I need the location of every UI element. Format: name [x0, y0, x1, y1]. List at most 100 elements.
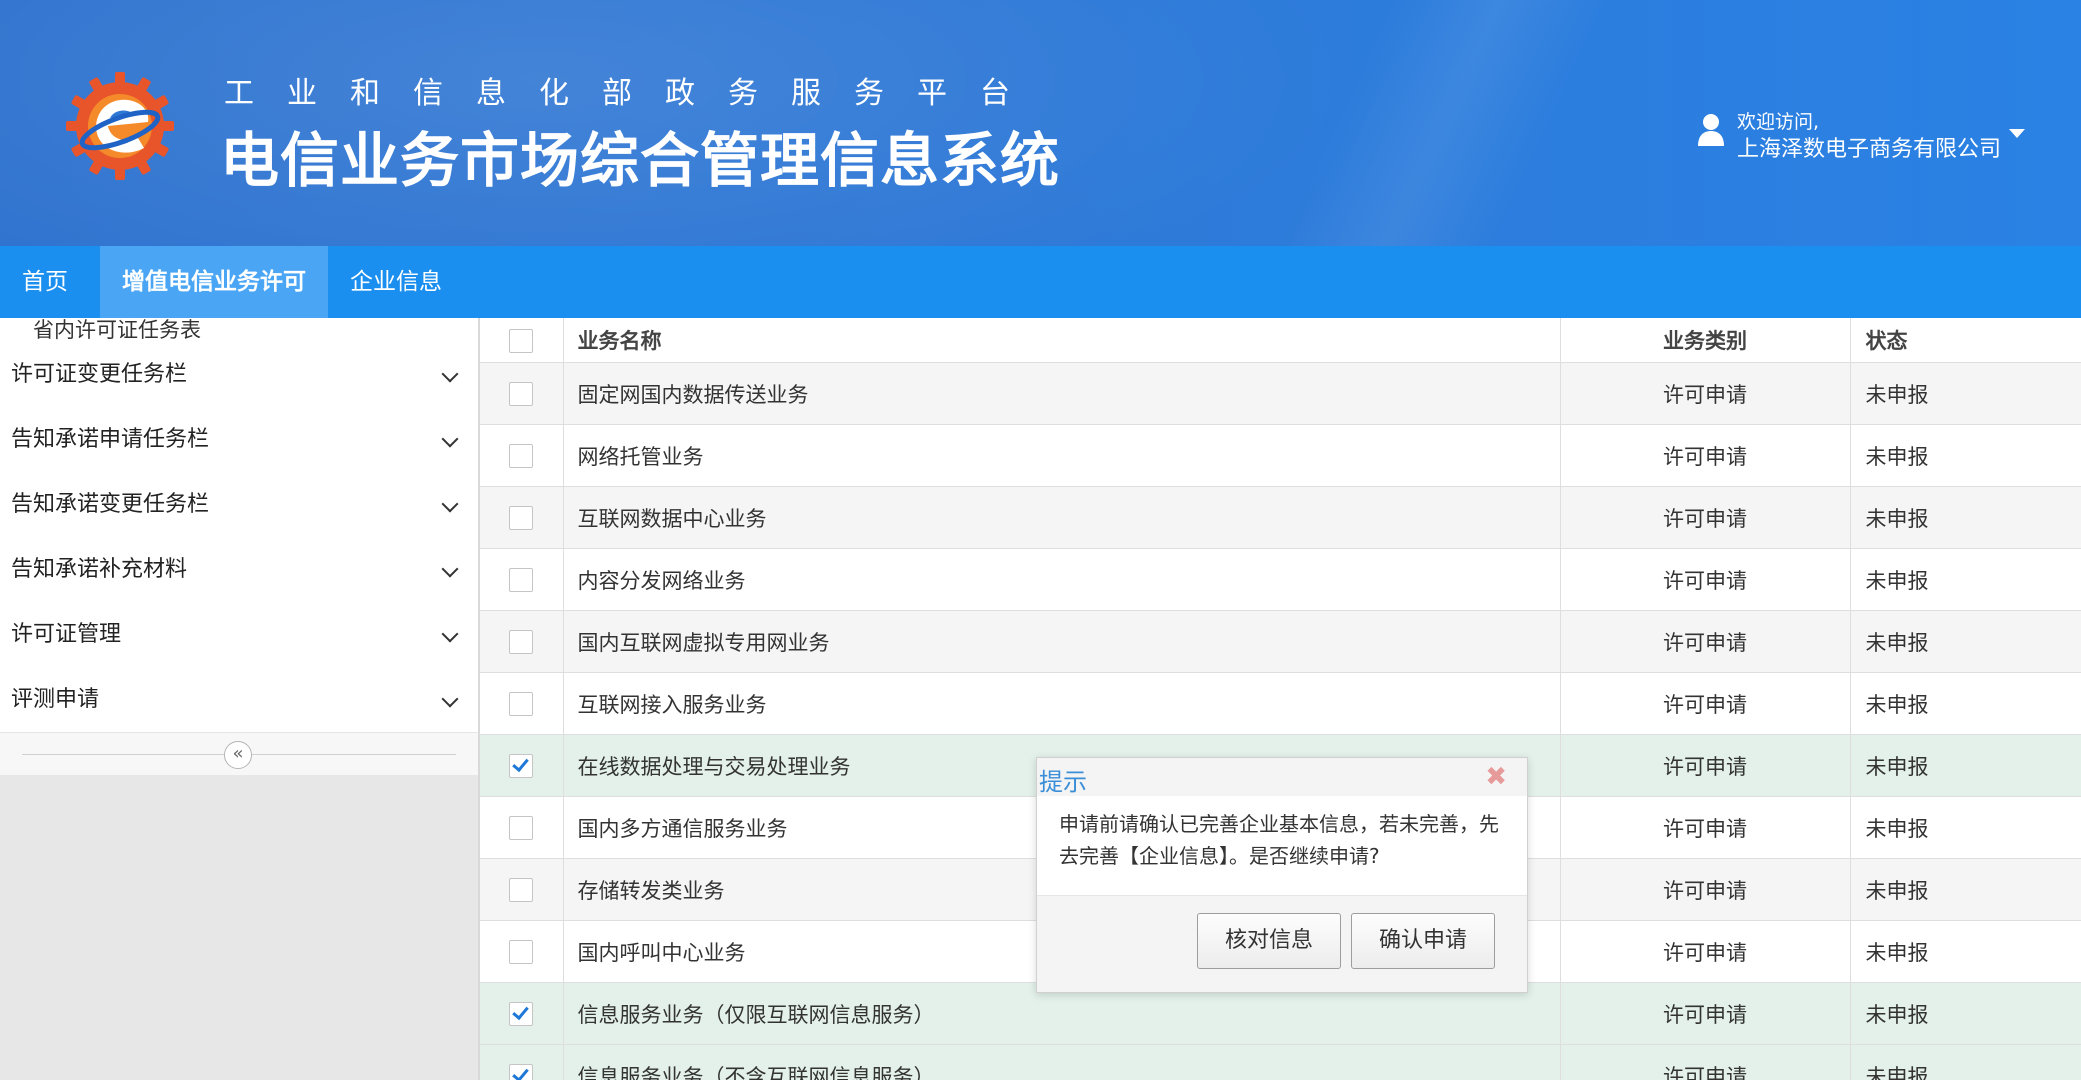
status-cell: 未申报: [1850, 796, 2081, 859]
chevron-down-icon[interactable]: [441, 430, 459, 448]
row-checkbox-cell: [480, 734, 564, 797]
row-checkbox[interactable]: [509, 1064, 534, 1080]
business-type-cell: 许可申请: [1560, 610, 1851, 673]
user-menu[interactable]: 欢迎访问, 上海泽数电子商务有限公司: [1697, 107, 2037, 163]
status-cell: 未申报: [1850, 1044, 2081, 1080]
status-cell: 未申报: [1850, 734, 2081, 797]
business-name-cell: 信息服务业务（不含互联网信息服务）: [563, 1044, 1561, 1080]
business-name-cell: 互联网接入服务业务: [563, 672, 1561, 735]
row-checkbox[interactable]: [509, 630, 534, 654]
select-all-checkbox[interactable]: [509, 328, 534, 353]
business-name-cell: 固定网国内数据传送业务: [563, 362, 1561, 425]
business-name-cell: 国内互联网虚拟专用网业务: [563, 610, 1561, 673]
row-checkbox[interactable]: [509, 382, 534, 406]
business-name-cell: 互联网数据中心业务: [563, 486, 1561, 549]
sidebar-item-label: 许可证管理: [11, 622, 122, 647]
business-type-cell: 许可申请: [1560, 796, 1851, 859]
status-cell: 未申报: [1850, 982, 2081, 1045]
nav-company-info[interactable]: 企业信息: [328, 246, 464, 318]
sidebar-item-label: 评测申请: [11, 687, 100, 712]
row-checkbox-cell: [480, 548, 564, 611]
row-checkbox[interactable]: [509, 940, 534, 964]
sidebar-item-label: 告知承诺变更任务栏: [11, 492, 210, 517]
dialog-footer: 核对信息 确认申请: [1037, 895, 1527, 992]
row-checkbox[interactable]: [509, 816, 534, 840]
status-cell: 未申报: [1850, 486, 2081, 549]
row-checkbox-cell: [480, 486, 564, 549]
business-name-cell: 内容分发网络业务: [563, 548, 1561, 611]
status-cell: 未申报: [1850, 548, 2081, 611]
business-type-cell: 许可申请: [1560, 858, 1851, 921]
business-type-cell: 许可申请: [1560, 920, 1851, 983]
table-row[interactable]: 网络托管业务 许可申请 未申报: [480, 424, 2081, 487]
business-type-cell: 许可申请: [1560, 982, 1851, 1045]
row-checkbox[interactable]: [509, 444, 534, 468]
main-nav: 首页 增值电信业务许可 企业信息: [0, 246, 2081, 318]
sidebar-item-label: 告知承诺补充材料: [11, 557, 188, 582]
column-header-status: 状态: [1850, 318, 2081, 363]
row-checkbox[interactable]: [509, 1002, 534, 1026]
sidebar-collapse-bar: «: [0, 732, 478, 775]
sidebar-item-label: 告知承诺申请任务栏: [11, 427, 210, 452]
sidebar-item[interactable]: 告知承诺申请任务栏: [0, 407, 478, 472]
row-checkbox-cell: [480, 982, 564, 1045]
business-type-cell: 许可申请: [1560, 548, 1851, 611]
dialog-title: 提示: [1039, 768, 1087, 796]
row-checkbox-cell: [480, 424, 564, 487]
company-name: 上海泽数电子商务有限公司: [1737, 137, 2002, 162]
row-checkbox[interactable]: [509, 568, 534, 592]
chevron-down-icon[interactable]: [441, 495, 459, 513]
business-type-cell: 许可申请: [1560, 486, 1851, 549]
welcome-text: 欢迎访问,: [1737, 111, 1820, 133]
row-checkbox-cell: [480, 672, 564, 735]
table-row[interactable]: 互联网接入服务业务 许可申请 未申报: [480, 672, 2081, 735]
chevron-down-icon[interactable]: [441, 365, 459, 383]
table-row[interactable]: 国内互联网虚拟专用网业务 许可申请 未申报: [480, 610, 2081, 673]
row-checkbox-cell: [480, 920, 564, 983]
status-cell: 未申报: [1850, 610, 2081, 673]
row-checkbox-cell: [480, 610, 564, 673]
table-row[interactable]: 固定网国内数据传送业务 许可申请 未申报: [480, 362, 2081, 425]
system-title: 电信业务市场综合管理信息系统: [220, 126, 1061, 195]
dialog-header: 提示 ✖: [1037, 758, 1527, 796]
table-row[interactable]: 信息服务业务（不含互联网信息服务） 许可申请 未申报: [480, 1044, 2081, 1080]
row-checkbox[interactable]: [509, 878, 534, 902]
nav-value-added-license[interactable]: 增值电信业务许可: [100, 246, 328, 318]
table-row[interactable]: 内容分发网络业务 许可申请 未申报: [480, 548, 2081, 611]
sidebar-menu: 省内许可证任务表 许可证变更任务栏告知承诺申请任务栏 告知承诺变更任务栏 告知承诺补…: [0, 318, 478, 732]
nav-home[interactable]: 首页: [0, 246, 90, 318]
row-checkbox[interactable]: [509, 692, 534, 716]
business-type-cell: 许可申请: [1560, 1044, 1851, 1080]
business-name-cell: 网络托管业务: [563, 424, 1561, 487]
sidebar-item[interactable]: 许可证变更任务栏: [0, 342, 478, 407]
header-banner: 工业和信息化部政务服务平台 电信业务市场综合管理信息系统 欢迎访问, 上海泽数电…: [0, 0, 2081, 246]
chevron-down-icon[interactable]: [441, 560, 459, 578]
caret-down-icon[interactable]: [2009, 129, 2025, 138]
business-type-cell: 许可申请: [1560, 362, 1851, 425]
close-icon[interactable]: ✖: [1485, 764, 1507, 790]
confirm-dialog: 提示 ✖ 申请前请确认已完善企业基本信息，若未完善，先去完善【企业信息】。是否继…: [1036, 757, 1528, 993]
table-header-row: 业务名称 业务类别 状态: [480, 318, 2081, 363]
verify-info-button[interactable]: 核对信息: [1197, 913, 1341, 969]
row-checkbox[interactable]: [509, 754, 534, 778]
logo-icon: [66, 72, 174, 180]
row-checkbox[interactable]: [509, 506, 534, 530]
column-header-name: 业务名称: [563, 318, 1561, 363]
row-checkbox-cell: [480, 1044, 564, 1080]
row-checkbox-cell: [480, 362, 564, 425]
chevron-down-icon[interactable]: [441, 625, 459, 643]
sidebar-item[interactable]: 评测申请: [0, 667, 478, 732]
chevron-down-icon[interactable]: [441, 690, 459, 708]
table-row[interactable]: 互联网数据中心业务 许可申请 未申报: [480, 486, 2081, 549]
status-cell: 未申报: [1850, 424, 2081, 487]
user-icon: [1698, 114, 1724, 146]
business-type-cell: 许可申请: [1560, 672, 1851, 735]
sidebar-item[interactable]: 许可证管理: [0, 602, 478, 667]
collapse-sidebar-icon[interactable]: «: [224, 741, 252, 769]
confirm-apply-button[interactable]: 确认申请: [1351, 913, 1495, 969]
row-checkbox-cell: [480, 858, 564, 921]
sidebar-item-provincial-license-tasks[interactable]: 省内许可证任务表: [0, 318, 478, 342]
sidebar-item[interactable]: 告知承诺变更任务栏: [0, 472, 478, 537]
status-cell: 未申报: [1850, 920, 2081, 983]
sidebar-item[interactable]: 告知承诺补充材料: [0, 537, 478, 602]
